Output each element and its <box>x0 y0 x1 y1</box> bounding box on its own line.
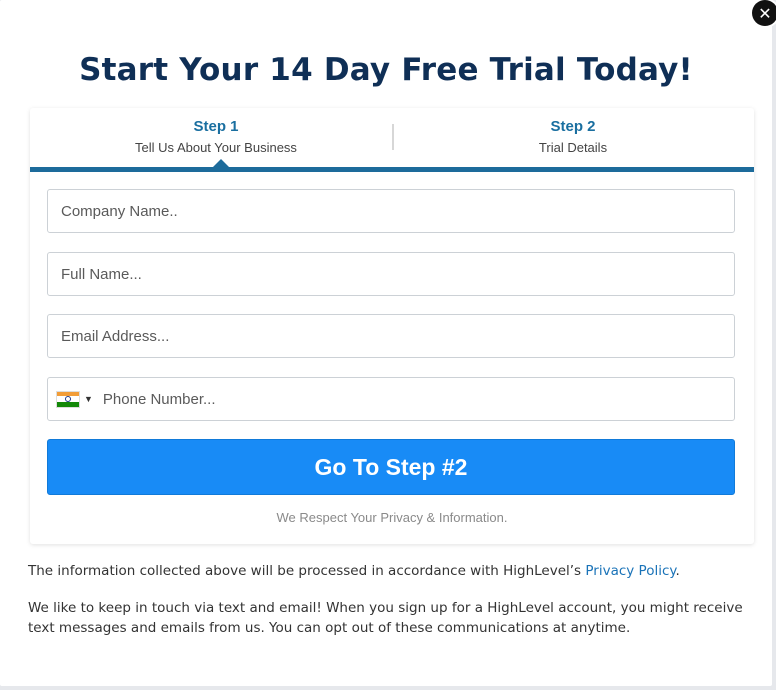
privacy-note: We Respect Your Privacy & Information. <box>276 510 508 525</box>
page-title: Start Your 14 Day Free Trial Today! <box>79 52 693 88</box>
phone-placeholder: Phone Number... <box>102 390 216 408</box>
step-1-number: Step 1 <box>193 118 239 135</box>
communications-consent-text: We like to keep in touch via text and em… <box>28 600 743 636</box>
chevron-down-icon[interactable]: ▼ <box>84 394 93 404</box>
full-name-input[interactable]: Full Name... <box>47 252 735 296</box>
step-progress-bar <box>30 167 754 172</box>
email-placeholder: Email Address... <box>61 327 170 345</box>
step-2-description: Trial Details <box>538 140 608 155</box>
active-step-pointer <box>213 159 229 167</box>
full-name-placeholder: Full Name... <box>61 265 142 283</box>
trial-signup-modal: ✕ Start Your 14 Day Free Trial Today! St… <box>0 0 776 686</box>
step-indicator: Step 1 Tell Us About Your Business Step … <box>30 108 754 172</box>
company-name-placeholder: Company Name.. <box>61 202 178 220</box>
privacy-statement-text: The information collected above will be … <box>28 563 586 579</box>
step-2-number: Step 2 <box>550 118 596 135</box>
close-icon: ✕ <box>758 3 772 23</box>
privacy-statement-period: . <box>675 563 680 579</box>
email-input[interactable]: Email Address... <box>47 314 735 358</box>
phone-input[interactable]: ▼ Phone Number... <box>47 377 735 421</box>
privacy-policy-link[interactable]: Privacy Policy <box>585 563 675 579</box>
step-1-description: Tell Us About Your Business <box>135 140 297 155</box>
company-name-input[interactable]: Company Name.. <box>47 189 735 233</box>
step-1-tab: Step 1 Tell Us About Your Business <box>30 118 402 155</box>
go-to-step-2-button[interactable]: Go To Step #2 <box>47 439 735 495</box>
privacy-statement: The information collected above will be … <box>28 561 748 581</box>
close-button[interactable]: ✕ <box>752 0 776 26</box>
signup-form-card: Step 1 Tell Us About Your Business Step … <box>30 108 754 544</box>
india-flag-icon[interactable] <box>57 391 79 407</box>
step-2-tab: Step 2 Trial Details <box>392 118 754 155</box>
